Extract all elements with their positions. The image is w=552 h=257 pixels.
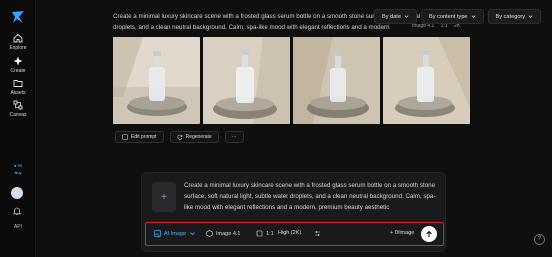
more-icon: ··· xyxy=(231,134,237,140)
plus-icon: + xyxy=(161,191,167,203)
model-icon xyxy=(206,230,213,237)
aspect-ratio-icon xyxy=(256,230,263,237)
ratio-selector[interactable]: 1:1 xyxy=(256,230,274,237)
upload-image-button[interactable]: + xyxy=(152,182,176,212)
api-link[interactable]: API xyxy=(0,224,36,230)
generated-image[interactable] xyxy=(293,37,380,124)
generated-image[interactable] xyxy=(203,37,290,124)
chevron-down-icon xyxy=(404,15,409,18)
bell-icon[interactable] xyxy=(12,206,22,216)
model-selector[interactable]: Image 4.1 xyxy=(206,230,240,237)
sidebar: Explore Create Assets Canvas ● 99 Buy AP… xyxy=(0,0,36,257)
quality-selector[interactable]: High (2K) xyxy=(278,230,301,236)
filter-label: By content type xyxy=(428,13,468,20)
sidebar-item-label: Create xyxy=(10,68,26,74)
filter-by-content-type[interactable]: By content type xyxy=(420,9,484,24)
chevron-down-icon xyxy=(528,15,533,18)
image-count-label: + 0/image xyxy=(390,230,415,236)
generated-image[interactable] xyxy=(383,37,470,124)
sliders-icon xyxy=(315,231,320,236)
image-mode-icon xyxy=(154,230,161,237)
logo-icon[interactable] xyxy=(10,9,26,25)
sidebar-item-label: Canvas xyxy=(9,112,27,118)
buy-credits-link[interactable]: Buy xyxy=(0,170,36,176)
edit-icon xyxy=(122,134,128,140)
more-options-button[interactable]: ··· xyxy=(224,131,244,143)
image-count[interactable]: + 0/image xyxy=(390,230,414,236)
arrow-up-icon xyxy=(426,230,432,237)
mode-label: AI Image xyxy=(164,230,187,237)
sidebar-item-explore[interactable]: Explore xyxy=(0,33,36,51)
avatar[interactable] xyxy=(11,187,23,199)
model-label: Image 4.1 xyxy=(216,230,241,237)
filter-by-date[interactable]: By date xyxy=(374,9,417,24)
edit-prompt-label: Edit prompt xyxy=(131,134,157,140)
canvas-icon xyxy=(13,100,23,110)
generated-images xyxy=(113,37,470,124)
chevron-down-icon xyxy=(190,232,195,236)
generated-image[interactable] xyxy=(113,37,200,124)
filter-label: By date xyxy=(382,13,401,20)
folder-icon xyxy=(13,80,23,87)
composer-toolbar: AI Image Image 4.1 1:1 High (2K) + 0/ima… xyxy=(145,222,444,246)
sidebar-item-label: Explore xyxy=(9,45,27,51)
help-icon[interactable]: ? xyxy=(534,234,545,245)
credits-amount: ● 99 xyxy=(14,163,22,168)
chevron-down-icon xyxy=(471,15,475,18)
settings-button[interactable] xyxy=(314,230,321,237)
image-actions: Edit prompt Regenerate ··· xyxy=(115,131,244,143)
sidebar-item-label: Assets xyxy=(10,90,26,96)
filter-label: By category xyxy=(495,13,526,20)
edit-prompt-button[interactable]: Edit prompt xyxy=(115,131,164,143)
mode-selector[interactable]: AI Image xyxy=(154,230,196,237)
refresh-icon xyxy=(177,134,182,140)
sidebar-item-create[interactable]: Create xyxy=(0,56,36,74)
sparkle-icon xyxy=(13,56,23,66)
send-button[interactable] xyxy=(421,226,437,242)
prompt-input[interactable]: Create a minimal luxury skincare scene w… xyxy=(184,180,442,213)
home-icon xyxy=(13,33,23,43)
quality-label: High (2K) xyxy=(278,230,302,236)
filter-bar: By date By content type By category xyxy=(374,9,542,24)
filter-by-category[interactable]: By category xyxy=(487,9,542,24)
sidebar-item-assets[interactable]: Assets xyxy=(0,78,36,96)
sidebar-item-canvas[interactable]: Canvas xyxy=(0,100,36,118)
ratio-label: 1:1 xyxy=(266,230,274,237)
regenerate-button[interactable]: Regenerate xyxy=(169,131,219,143)
regenerate-label: Regenerate xyxy=(185,134,212,140)
